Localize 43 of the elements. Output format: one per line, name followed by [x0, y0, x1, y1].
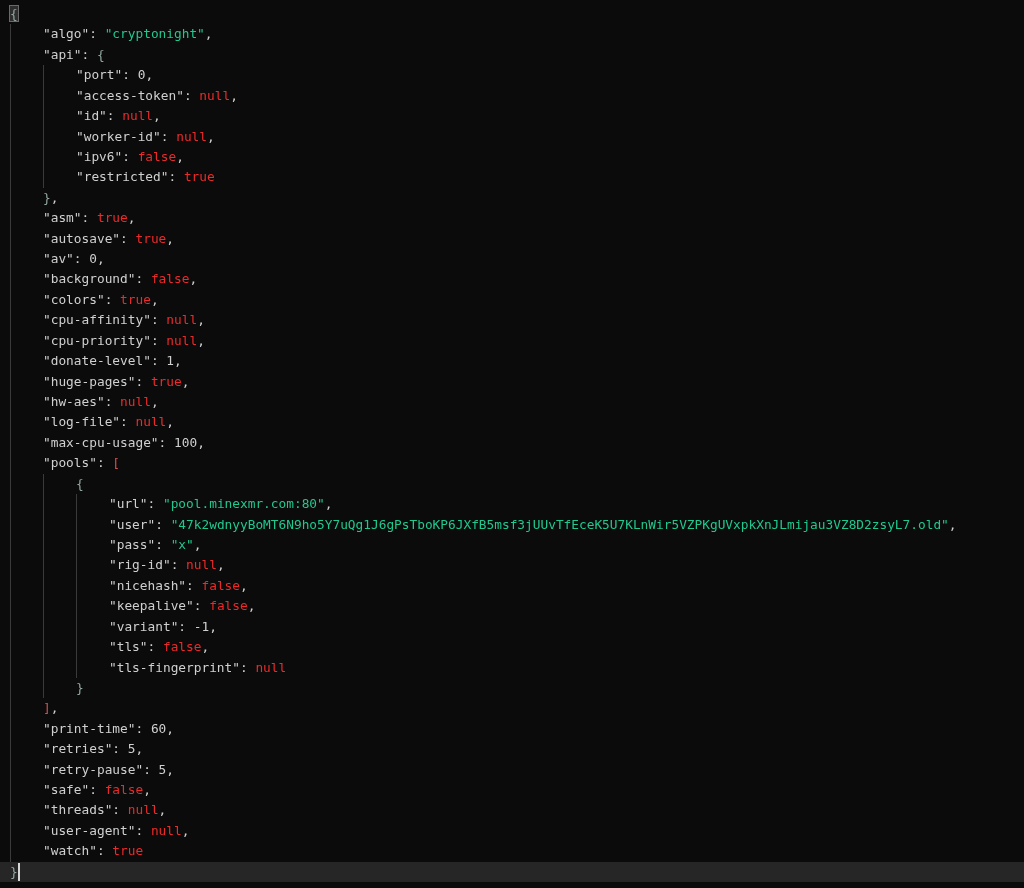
- code-line: "id": null,: [76, 107, 161, 126]
- code-line: "log-file": null,: [43, 413, 174, 432]
- code-line: "cpu-priority": null,: [43, 331, 205, 350]
- code-line: "hw-aes": null,: [43, 393, 159, 411]
- code-line: "variant": -1,: [109, 617, 217, 636]
- code-line: "autosave": true,: [43, 229, 174, 248]
- code-line: "huge-pages": true,: [43, 372, 190, 391]
- code-line: "user": "47k2wdnyyBoMT6N9ho5Y7uQg1J6gPsTboKP6JXfB5msf3jUUvTfEceK5U7KLnWir5VZPKgUVxpkXnJLmijau3VZ8D2zsyL7.old",: [109, 515, 957, 534]
- code-line: "keepalive": false,: [109, 597, 256, 616]
- code-line: "access-token": null,: [76, 86, 238, 105]
- code-line: "background": false,: [43, 270, 198, 289]
- code-line: "retry-pause": 5,: [43, 760, 175, 779]
- code-line: "pools": [: [43, 454, 121, 473]
- code-line: "donate-level": 1,: [43, 352, 182, 371]
- code-line: "watch": true: [43, 842, 144, 861]
- code-line: "port": 0,: [76, 66, 154, 85]
- code-line: "max-cpu-usage": 100,: [43, 433, 205, 452]
- text-cursor: [17, 862, 20, 881]
- code-line: }: [10, 862, 18, 881]
- code-line: "safe": false,: [43, 781, 151, 800]
- code-line: "user-agent": null,: [43, 821, 190, 840]
- code-line: "algo": "cryptonight",: [43, 25, 213, 44]
- code-line: "worker-id": null,: [76, 127, 215, 146]
- code-line: "ipv6": false,: [76, 147, 184, 166]
- code-line: {: [76, 474, 84, 493]
- code-line: "nicehash": false,: [109, 576, 248, 595]
- code-line: "cpu-affinity": null,: [43, 311, 205, 330]
- code-line: "colors": true,: [43, 290, 159, 309]
- code-line: "url": "pool.minexmr.com:80",: [109, 495, 333, 514]
- code-line: "asm": true,: [43, 209, 136, 228]
- code-line: "restricted": true: [76, 168, 215, 187]
- code-line: "retries": 5,: [43, 740, 144, 759]
- code-line: "print-time": 60,: [43, 719, 174, 738]
- code-line: ],: [43, 699, 59, 718]
- code-line: }: [76, 678, 84, 697]
- code-line: },: [43, 188, 59, 207]
- code-line: "tls-fingerprint": null: [109, 658, 287, 677]
- code-line: "rig-id": null,: [109, 556, 225, 575]
- code-line: "tls": false,: [109, 638, 210, 657]
- code-line: "api": {: [43, 45, 105, 64]
- code-line: "av": 0,: [43, 250, 105, 269]
- code-line: "threads": null,: [43, 801, 167, 820]
- code-line: "pass": "x",: [109, 535, 202, 554]
